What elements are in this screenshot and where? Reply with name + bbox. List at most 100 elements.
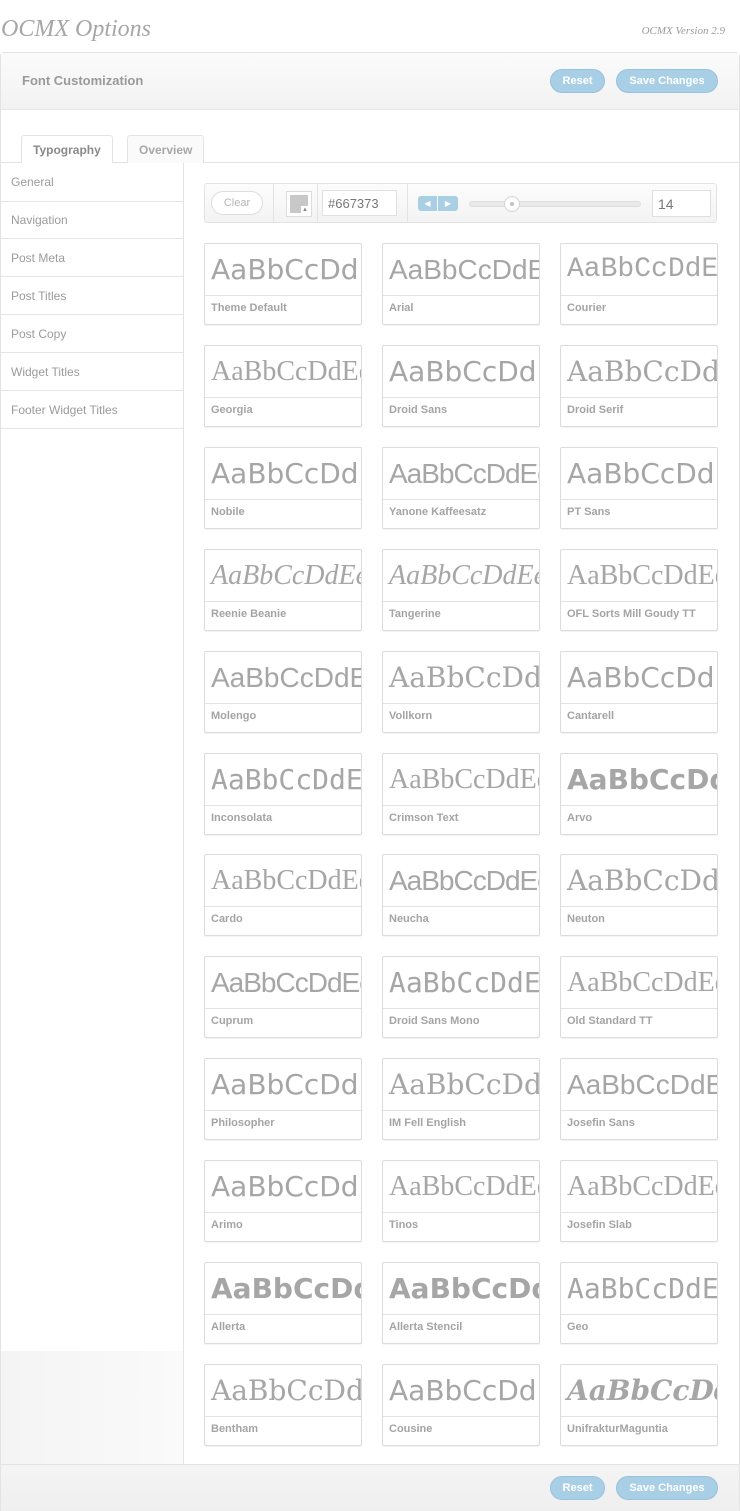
font-card[interactable]: AaBbCcDdEeFfGg Molengo [204,651,362,733]
font-preview: AaBbCcDdEeFfGg [383,448,539,500]
sidebar: General Navigation Post Meta Post Titles… [1,163,184,1464]
tab-typography[interactable]: Typography [21,135,113,164]
font-preview: AaBbCcDdEeFfGg [383,754,539,806]
font-name: Philosopher [211,1117,275,1129]
font-card[interactable]: AaBbCcDdEeFfGg Cantarell [560,651,718,733]
font-preview: AaBbCcDdEeFfGg [205,1263,361,1315]
sidebar-item-widget-titles[interactable]: Widget Titles [1,353,183,391]
panel-footer: Reset Save Changes [1,1464,739,1511]
font-card[interactable]: AaBbCcDdEeFfGg Arimo [204,1160,362,1242]
font-card[interactable]: AaBbCcDdEeFfGg Theme Default [204,243,362,325]
arrow-left-icon[interactable]: ◀ [418,196,438,211]
sidebar-item-navigation[interactable]: Navigation [1,201,183,239]
font-card[interactable]: AaBbCcDdEeFfGg Reenie Beanie [204,549,362,631]
font-card[interactable]: AaBbCcDdEeFfGg Cousine [382,1364,540,1446]
font-card[interactable]: AaBbCcDdEeFfGg Courier [560,243,718,325]
font-preview: AaBbCcDdEeFfGg [561,1059,717,1111]
font-toolbar: Clear ▲ #667373 ◀ ▶ 14 [204,183,717,223]
font-card[interactable]: AaBbCcDdEeFfGg Geo [560,1262,718,1344]
font-card[interactable]: AaBbCcDdEeFfGg Arvo [560,753,718,835]
font-name: Reenie Beanie [211,608,287,620]
font-size-stepper: ◀ ▶ [418,196,458,211]
font-preview: AaBbCcDdEeFfGg [383,1263,539,1315]
font-preview: AaBbCcDdEeFfGg [561,1263,717,1315]
font-name: Old Standard TT [567,1015,653,1027]
tab-overview[interactable]: Overview [127,135,205,163]
font-preview: AaBbCcDdEeFfGg [383,855,539,907]
clear-button[interactable]: Clear [211,191,263,215]
font-card[interactable]: AaBbCcDdEeFfGg Allerta Stencil [382,1262,540,1344]
font-card[interactable]: AaBbCcDdEeFfGg OFL Sorts Mill Goudy TT [560,549,718,631]
panel-title: Font Customization [22,73,144,88]
font-name: Neucha [389,913,429,925]
font-card[interactable]: AaBbCcDdEeFfGg Tinos [382,1160,540,1242]
font-name: Geo [567,1321,589,1333]
font-card[interactable]: AaBbCcDdEeFfGg Droid Sans Mono [382,956,540,1038]
font-card[interactable]: AaBbCcDdEeFfGg Neuton [560,854,718,936]
font-name: Tangerine [389,608,441,620]
font-preview: AaBbCcDdEeFfGg [561,346,717,398]
font-card[interactable]: AaBbCcDdEeFfGg Allerta [204,1262,362,1344]
panel-header: Font Customization Reset Save Changes [1,53,739,110]
font-card[interactable]: AaBbCcDdEeFfGg Droid Sans [382,345,540,427]
font-card[interactable]: AaBbCcDdEeFfGg Georgia [204,345,362,427]
font-size-slider[interactable] [469,196,641,212]
font-card[interactable]: AaBbCcDdEeFfGg Yanone Kaffeesatz [382,447,540,529]
sidebar-item-footer-widget-titles[interactable]: Footer Widget Titles [1,391,183,429]
font-card[interactable]: AaBbCcDdEeFfGg Crimson Text [382,753,540,835]
font-card[interactable]: AaBbCcDdEeFfGg Nobile [204,447,362,529]
sidebar-item-post-copy[interactable]: Post Copy [1,315,183,353]
font-card[interactable]: AaBbCcDdEeFfGg Cardo [204,854,362,936]
font-name: Allerta [211,1321,246,1333]
font-card[interactable]: AaBbCcDdEeFfGg Tangerine [382,549,540,631]
font-card[interactable]: AaBbCcDdEeFfGg Josefin Sans [560,1058,718,1140]
color-hex-input[interactable]: #667373 [322,190,397,216]
font-name: Crimson Text [389,812,459,824]
font-name: Droid Sans Mono [389,1015,480,1027]
font-card[interactable]: AaBbCcDdEeFfGg Old Standard TT [560,956,718,1038]
font-name: Josefin Slab [567,1219,632,1231]
font-name: Cousine [389,1423,433,1435]
font-size-input[interactable]: 14 [652,190,711,217]
arrow-right-icon[interactable]: ▶ [438,196,458,211]
toolbar-divider [273,184,274,222]
font-preview: AaBbCcDdEeFfGg [561,1365,717,1417]
font-preview: AaBbCcDdEeFfGg [205,652,361,704]
font-card[interactable]: AaBbCcDdEeFfGg PT Sans [560,447,718,529]
font-card[interactable]: AaBbCcDdEeFfGg Droid Serif [560,345,718,427]
font-preview: AaBbCcDdEeFfGg [205,550,361,602]
footer-reset-button[interactable]: Reset [550,1476,605,1500]
font-name: Nobile [211,506,245,518]
font-name: Yanone Kaffeesatz [389,506,487,518]
footer-save-changes-button[interactable]: Save Changes [616,1476,718,1500]
font-card[interactable]: AaBbCcDdEeFfGg Philosopher [204,1058,362,1140]
font-card[interactable]: AaBbCcDdEeFfGg UnifrakturMaguntia [560,1364,718,1446]
font-name: Droid Sans [389,404,448,416]
font-preview: AaBbCcDdEeFfGg [205,754,361,806]
font-card[interactable]: AaBbCcDdEeFfGg Cuprum [204,956,362,1038]
font-name: Arimo [211,1219,243,1231]
toolbar-divider [317,184,318,222]
font-card[interactable]: AaBbCcDdEeFfGg Bentham [204,1364,362,1446]
font-card[interactable]: AaBbCcDdEeFfGg Vollkorn [382,651,540,733]
font-card[interactable]: AaBbCcDdEeFfGg Arial [382,243,540,325]
slider-handle[interactable] [504,196,520,212]
sidebar-item-post-meta[interactable]: Post Meta [1,239,183,277]
reset-button[interactable]: Reset [550,69,605,93]
save-changes-button[interactable]: Save Changes [616,69,718,93]
font-name: Arial [389,302,414,314]
font-card[interactable]: AaBbCcDdEeFfGg Neucha [382,854,540,936]
font-name: Georgia [211,404,253,416]
font-preview: AaBbCcDdEeFfGg [205,448,361,500]
font-card[interactable]: AaBbCcDdEeFfGg Inconsolata [204,753,362,835]
sidebar-item-general[interactable]: General [1,163,183,201]
font-card[interactable]: AaBbCcDdEeFfGg IM Fell English [382,1058,540,1140]
font-preview: AaBbCcDdEeFfGg [561,957,717,1009]
font-name: Tinos [389,1219,419,1231]
color-swatch[interactable]: ▲ [286,191,312,217]
font-preview: AaBbCcDdEeFfGg [561,448,717,500]
font-preview: AaBbCcDdEeFfGg [205,244,361,296]
sidebar-item-post-titles[interactable]: Post Titles [1,277,183,315]
font-card[interactable]: AaBbCcDdEeFfGg Josefin Slab [560,1160,718,1242]
font-name: Molengo [211,710,257,722]
